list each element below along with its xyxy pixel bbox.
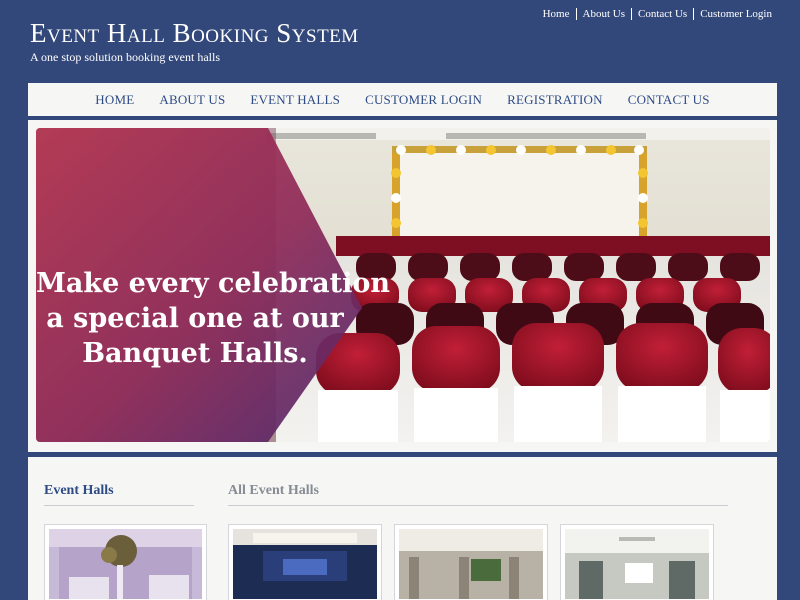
divider	[44, 505, 194, 506]
site-header: Event Hall Booking System A one stop sol…	[0, 0, 800, 78]
hall-photo	[399, 529, 543, 599]
banner-headline-line: Make every celebration	[36, 268, 391, 299]
nav-item-contact-us[interactable]: CONTACT US	[628, 92, 710, 108]
main-nav: HOME ABOUT US EVENT HALLS CUSTOMER LOGIN…	[28, 83, 777, 119]
nav-item-event-halls[interactable]: EVENT HALLS	[250, 92, 340, 108]
nav-item-customer-login[interactable]: CUSTOMER LOGIN	[365, 92, 482, 108]
nav-item-registration[interactable]: REGISTRATION	[507, 92, 603, 108]
hall-card[interactable]	[394, 524, 548, 600]
site-title: Event Hall Booking System	[30, 18, 359, 48]
sidebar-heading: Event Halls	[44, 483, 114, 498]
top-link-about-us[interactable]: About Us	[577, 8, 631, 20]
top-link-home[interactable]: Home	[537, 8, 576, 20]
content-panel: Event Halls All Event Halls	[28, 457, 777, 600]
top-link-contact-us[interactable]: Contact Us	[632, 8, 693, 20]
hero-banner[interactable]: Make every celebration a special one at …	[36, 128, 770, 442]
top-link-customer-login[interactable]: Customer Login	[694, 8, 778, 20]
hall-photo	[233, 529, 377, 599]
banner-headline-line: a special one at our	[46, 303, 344, 334]
section-heading: All Event Halls	[228, 483, 320, 498]
hall-card[interactable]	[560, 524, 714, 600]
hall-photo	[49, 529, 202, 599]
hall-card[interactable]	[228, 524, 382, 600]
divider	[228, 505, 728, 506]
sidebar-hall-thumbnail[interactable]	[44, 524, 207, 600]
banner-headline-line: Banquet Halls.	[82, 338, 308, 369]
hall-photo	[565, 529, 709, 599]
nav-item-about-us[interactable]: ABOUT US	[159, 92, 225, 108]
site-tagline: A one stop solution booking event halls	[30, 50, 220, 64]
top-links: Home About Us Contact Us Customer Login	[537, 8, 778, 20]
banner-frame: Make every celebration a special one at …	[28, 120, 777, 452]
nav-item-home[interactable]: HOME	[95, 92, 134, 108]
banner-headline: Make every celebration a special one at …	[36, 266, 391, 371]
